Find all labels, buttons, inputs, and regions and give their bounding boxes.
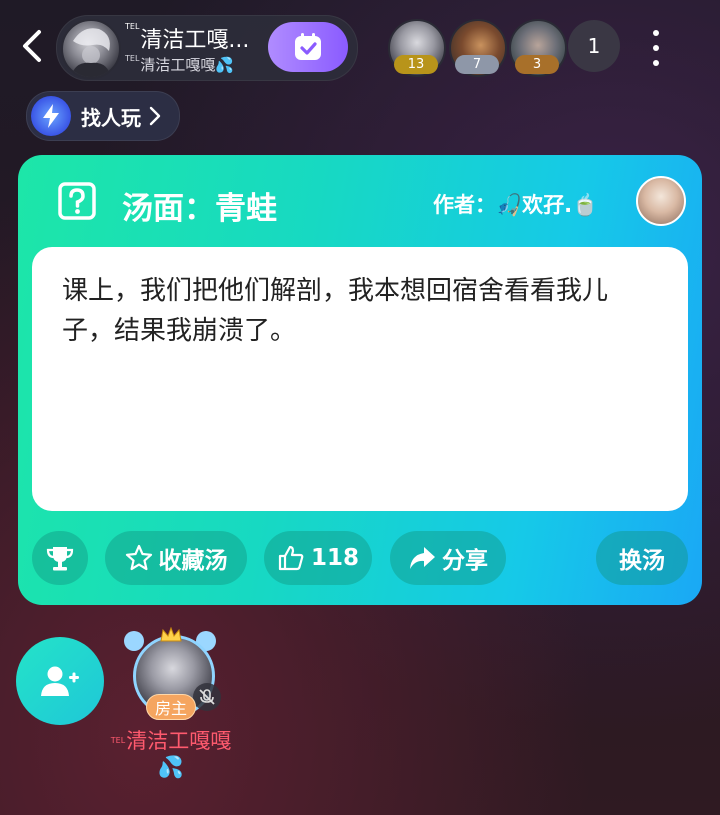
share-arrow-icon — [410, 547, 435, 569]
collect-label: 收藏汤 — [158, 548, 228, 574]
change-soup-label: 换汤 — [619, 548, 665, 574]
story-panel: 课上，我们把他们解剖，我本想回宿舍看看我儿子，结果我崩溃了。 — [32, 247, 688, 511]
chevron-left-icon — [23, 30, 41, 62]
soup-title: 汤面：青蛙 — [122, 191, 277, 227]
calendar-check-icon — [295, 33, 321, 60]
lightning-icon — [31, 96, 71, 136]
audience-badge-2: 7 — [455, 55, 499, 74]
audience-badge-3: 3 — [515, 55, 559, 74]
mic-muted-icon — [193, 683, 221, 711]
online-count[interactable]: 1 — [568, 20, 620, 72]
crown-icon — [160, 627, 182, 642]
chevron-right-icon — [149, 106, 161, 126]
trophy-icon — [46, 547, 74, 571]
story-text: 课上，我们把他们解剖，我本想回宿舍看看我儿子，结果我崩溃了。 — [62, 276, 609, 346]
add-user-icon — [41, 666, 79, 696]
room-info[interactable]: TEL清洁工嘎... TEL清洁工嘎嘎💦 — [56, 15, 358, 81]
find-players-button[interactable]: 找人玩 — [26, 91, 180, 141]
trophy-button[interactable] — [32, 531, 88, 585]
change-soup-button[interactable]: 换汤 — [596, 531, 688, 585]
thumbs-up-icon — [278, 545, 304, 571]
share-button[interactable]: 分享 — [390, 531, 506, 585]
like-button[interactable]: 118 — [264, 531, 372, 585]
checkin-button[interactable] — [268, 22, 348, 72]
back-button[interactable] — [14, 26, 50, 66]
host-name: TEL清洁工嘎嘎💦 — [110, 729, 232, 779]
audience-badge-1: 13 — [394, 55, 438, 74]
soup-card: 汤面：青蛙 作者：🎣欢孖.🍵 课上，我们把他们解剖，我本想回宿舍看看我儿子，结果… — [18, 155, 702, 605]
room-title: TEL清洁工嘎... — [125, 22, 250, 53]
question-icon — [58, 182, 96, 220]
invite-user-button[interactable] — [16, 637, 104, 725]
like-count: 118 — [310, 545, 359, 571]
find-players-label: 找人玩 — [81, 105, 141, 130]
dot-icon — [653, 60, 659, 66]
host-badge: 房主 — [146, 694, 196, 720]
room-avatar — [61, 19, 121, 79]
author-label: 作者：🎣欢孖.🍵 — [433, 193, 599, 217]
room-subtitle: TEL清洁工嘎嘎💦 — [125, 54, 235, 74]
more-menu-button[interactable] — [644, 28, 668, 68]
author-avatar[interactable] — [636, 176, 686, 226]
frame-ornament — [124, 631, 144, 651]
collect-button[interactable]: 收藏汤 — [105, 531, 247, 585]
star-icon — [125, 544, 152, 571]
dot-icon — [653, 45, 659, 51]
dot-icon — [653, 30, 659, 36]
share-label: 分享 — [442, 548, 488, 574]
